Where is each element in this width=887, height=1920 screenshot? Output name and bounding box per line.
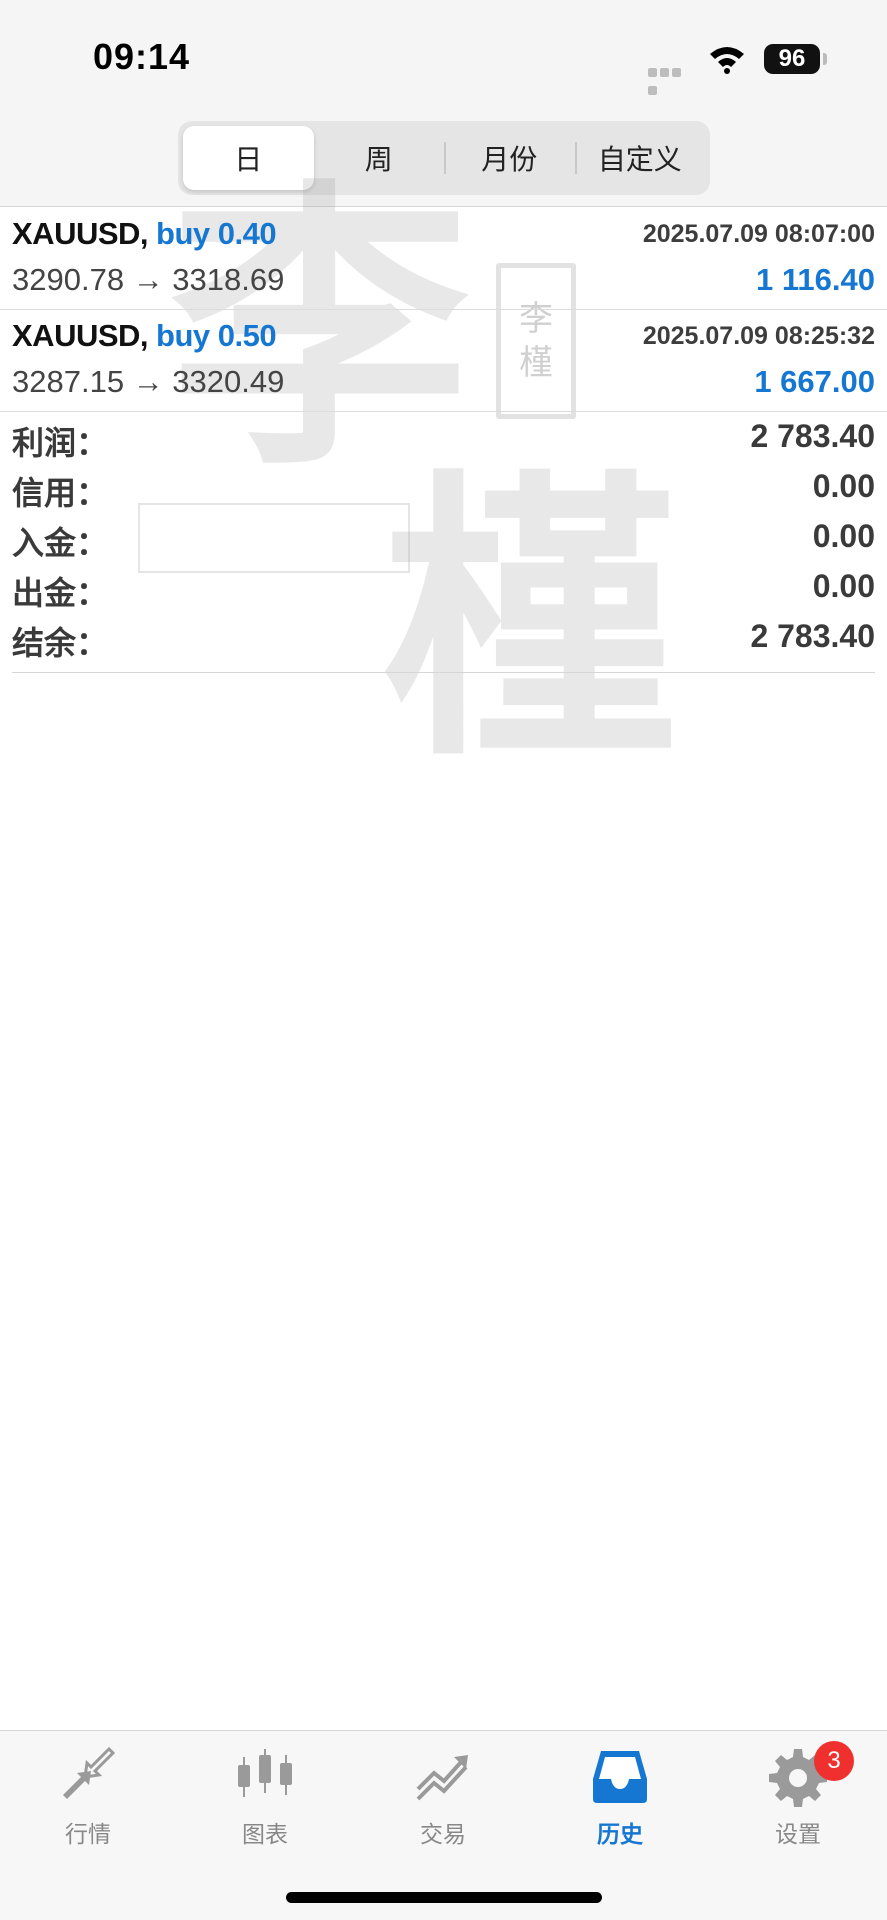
deal-prices: 3290.78 → 3318.69 xyxy=(12,262,285,297)
tab-label: 设置 xyxy=(775,1821,821,1847)
candlestick-chart-icon xyxy=(238,1749,292,1797)
account-summary: 利润： 2 783.40 信用： 0.00 入金： 0.00 出金： 0.00 … xyxy=(12,412,875,673)
summary-value: 0.00 xyxy=(812,568,875,604)
tab-label: 交易 xyxy=(420,1821,466,1847)
deal-prices: 3287.15 → 3320.49 xyxy=(12,364,285,399)
summary-value: 0.00 xyxy=(812,468,875,504)
deal-list: XAUUSD, buy 0.40 2025.07.09 08:07:00 3290… xyxy=(0,208,887,412)
segment-custom[interactable]: 自定义 xyxy=(574,126,706,190)
tab-history[interactable]: 历史 xyxy=(560,1745,680,1855)
summary-row-balance: 结余： 2 783.40 xyxy=(12,612,875,662)
deal-symbol-text: XAUUSD, xyxy=(12,318,149,353)
tab-label: 历史 xyxy=(597,1821,643,1847)
tab-label: 图表 xyxy=(242,1821,288,1847)
quotes-arrows-icon xyxy=(63,1746,116,1799)
deal-symbol-text: XAUUSD, xyxy=(12,216,149,251)
status-time: 09:14 xyxy=(93,36,191,77)
tab-settings[interactable]: 3 设置 xyxy=(738,1741,858,1855)
history-inbox-icon xyxy=(593,1751,647,1803)
segment-week[interactable]: 周 xyxy=(314,126,445,190)
deal-type: buy 0.40 xyxy=(156,216,277,251)
summary-row-withdrawal: 出金： 0.00 xyxy=(12,562,875,612)
summary-label: 利润： xyxy=(12,425,109,461)
summary-value: 0.00 xyxy=(812,518,875,554)
summary-label: 出金： xyxy=(12,575,109,611)
period-header: 日 周 月份 自定义 xyxy=(0,110,887,207)
deal-symbol: XAUUSD, buy 0.40 xyxy=(12,216,277,252)
summary-row-profit: 利润： 2 783.40 xyxy=(12,412,875,462)
notification-badge: 3 xyxy=(814,1741,854,1781)
segment-day[interactable]: 日 xyxy=(183,126,314,190)
deal-profit: 1 116.40 xyxy=(756,262,875,297)
cellular-signal-icon xyxy=(648,64,694,95)
tab-charts[interactable]: 图表 xyxy=(205,1745,325,1855)
status-bar: 09:14 96 xyxy=(0,0,887,110)
deal-row[interactable]: XAUUSD, buy 0.50 2025.07.09 08:25:32 3287… xyxy=(0,310,887,412)
deal-profit: 1 667.00 xyxy=(754,364,875,399)
summary-value: 2 783.40 xyxy=(750,418,875,454)
deal-symbol: XAUUSD, buy 0.50 xyxy=(12,318,277,354)
summary-value: 2 783.40 xyxy=(750,618,875,654)
deal-time: 2025.07.09 08:07:00 xyxy=(642,220,875,248)
summary-row-deposit: 入金： 0.00 xyxy=(12,512,875,562)
home-indicator xyxy=(286,1892,602,1903)
deal-type: buy 0.50 xyxy=(156,318,277,353)
wifi-icon xyxy=(710,47,744,74)
deal-time: 2025.07.09 08:25:32 xyxy=(642,322,875,350)
segment-month[interactable]: 月份 xyxy=(444,126,575,190)
deal-row[interactable]: XAUUSD, buy 0.40 2025.07.09 08:07:00 3290… xyxy=(0,208,887,310)
summary-label: 入金： xyxy=(12,525,109,561)
battery-tip xyxy=(823,53,827,65)
tab-label: 行情 xyxy=(65,1821,111,1847)
period-segmented-control: 日 周 月份 自定义 xyxy=(178,121,710,195)
tab-quotes[interactable]: 行情 xyxy=(28,1745,148,1855)
battery-indicator: 96 xyxy=(764,44,820,74)
summary-label: 信用： xyxy=(12,475,109,511)
summary-row-credit: 信用： 0.00 xyxy=(12,462,875,512)
summary-label: 结余： xyxy=(12,625,109,661)
trade-trend-icon xyxy=(416,1755,468,1801)
tab-trade[interactable]: 交易 xyxy=(383,1745,503,1855)
